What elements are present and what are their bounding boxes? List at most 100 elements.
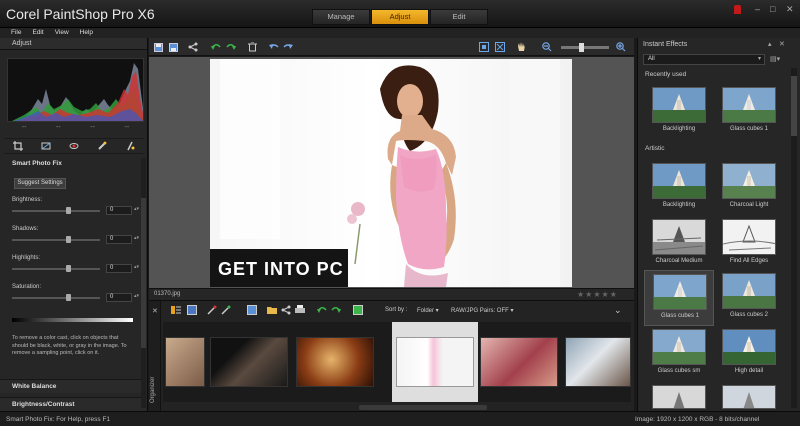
rotate-right-icon[interactable] <box>331 305 341 315</box>
menu-file[interactable]: File <box>0 28 25 38</box>
spin-icon[interactable]: ▴▾ <box>134 206 139 212</box>
panel-close-icon[interactable]: ✕ <box>779 40 785 48</box>
folder-icon[interactable] <box>267 305 277 315</box>
highlights-slider[interactable] <box>12 265 100 272</box>
save-icon[interactable] <box>153 42 163 52</box>
delete-icon[interactable] <box>247 42 257 52</box>
actual-size-icon[interactable] <box>495 42 505 52</box>
rotate-right-icon[interactable] <box>226 42 236 52</box>
effect-more[interactable] <box>714 382 784 410</box>
save-as-icon[interactable] <box>168 42 178 52</box>
effect-thumbnail <box>652 385 706 409</box>
effects-scrollbar[interactable] <box>791 68 797 408</box>
rotate-left-icon[interactable] <box>211 42 221 52</box>
shadows-value[interactable]: 0 <box>106 235 132 244</box>
spin-icon[interactable]: ▴▾ <box>134 264 139 270</box>
thumbnail-selected[interactable] <box>396 337 474 387</box>
effect-find-all-edges[interactable]: Find All Edges <box>714 216 784 272</box>
slider-handle[interactable] <box>66 207 71 214</box>
brightness-slider[interactable] <box>12 207 100 214</box>
menu-view[interactable]: View <box>48 28 73 38</box>
effect-thumbnail <box>722 163 776 199</box>
redo-icon[interactable] <box>283 42 293 52</box>
brush-icon[interactable] <box>221 305 231 315</box>
sort-by-dropdown[interactable]: Folder ▾ <box>417 307 439 314</box>
fit-window-icon[interactable] <box>479 42 489 52</box>
share-icon[interactable] <box>188 42 198 52</box>
pan-hand-icon[interactable] <box>516 42 526 52</box>
thumbnail-scrollbar[interactable] <box>359 405 487 410</box>
slider-handle[interactable] <box>66 236 71 243</box>
crop-icon[interactable] <box>13 141 24 152</box>
image-edit-icon[interactable] <box>353 305 363 315</box>
effect-thumbnail <box>652 329 706 365</box>
brightness-value[interactable]: 0 <box>106 206 132 215</box>
image-info-icon[interactable] <box>247 305 257 315</box>
saturation-value[interactable]: 0 <box>106 293 132 302</box>
zoom-in-icon[interactable] <box>616 42 626 52</box>
thumbnail[interactable] <box>480 337 558 387</box>
zoom-out-icon[interactable] <box>542 42 552 52</box>
effect-more[interactable] <box>644 382 714 410</box>
slider-handle[interactable] <box>66 294 71 301</box>
effect-charcoal-medium[interactable]: Charcoal Medium <box>644 216 714 272</box>
thumbnail[interactable] <box>296 337 374 387</box>
thumbnail[interactable] <box>565 337 631 387</box>
tab-manage[interactable]: Manage <box>312 9 370 25</box>
zoom-slider-handle[interactable] <box>579 43 584 52</box>
effect-backlighting-recent[interactable]: Backlighting <box>644 84 714 140</box>
organizer-close-button[interactable]: ✕ <box>152 307 158 315</box>
pin-panel-icon[interactable]: ▴ <box>768 40 772 48</box>
panel-menu-icon[interactable]: ▤▾ <box>770 55 780 63</box>
image-canvas[interactable]: GET INTO PC <box>149 57 634 288</box>
shadows-slider[interactable] <box>12 236 100 243</box>
spin-icon[interactable]: ▴▾ <box>134 293 139 299</box>
menu-help[interactable]: Help <box>73 28 97 38</box>
effect-glass-cubes-sm[interactable]: Glass cubes sm <box>644 326 714 382</box>
rating-stars[interactable]: ★★★★★ <box>577 290 618 299</box>
pin-icon[interactable] <box>734 5 741 14</box>
effect-charcoal-light[interactable]: Charcoal Light <box>714 160 784 216</box>
tab-adjust[interactable]: Adjust <box>371 9 429 25</box>
raw-jpg-pairs-dropdown[interactable]: RAW/JPG Pairs: OFF ▾ <box>451 307 513 314</box>
effect-glass-cubes-1-recent[interactable]: Glass cubes 1 <box>714 84 784 140</box>
tag-icon[interactable] <box>207 305 217 315</box>
effect-backlighting[interactable]: Backlighting <box>644 160 714 216</box>
undo-icon[interactable] <box>269 42 279 52</box>
close-button[interactable]: ✕ <box>786 4 794 15</box>
effect-high-detail[interactable]: High detail <box>714 326 784 382</box>
thumbnail[interactable] <box>210 337 288 387</box>
share-icon[interactable] <box>281 305 291 315</box>
print-icon[interactable] <box>295 305 305 315</box>
black-white-gradient[interactable] <box>12 318 133 322</box>
effect-label: Glass cubes sm <box>657 368 701 374</box>
brightness-contrast-section[interactable]: Brightness/Contrast <box>0 397 146 411</box>
thumbnail[interactable] <box>165 337 205 387</box>
scroll-thumb[interactable] <box>141 198 146 348</box>
zoom-slider[interactable] <box>561 43 609 52</box>
left-panel-scrollbar[interactable] <box>141 158 146 408</box>
effects-category-select[interactable]: All ▾ <box>643 54 765 65</box>
menu-edit[interactable]: Edit <box>25 28 47 38</box>
highlights-value[interactable]: 0 <box>106 264 132 273</box>
tab-edit[interactable]: Edit <box>430 9 488 25</box>
white-balance-section[interactable]: White Balance <box>0 379 146 393</box>
red-eye-icon[interactable] <box>69 141 80 152</box>
minimize-button[interactable]: – <box>755 4 760 14</box>
straighten-icon[interactable] <box>41 141 52 152</box>
scroll-thumb[interactable] <box>791 76 797 136</box>
saturation-slider[interactable] <box>12 294 100 301</box>
retouch-icon[interactable] <box>97 141 108 152</box>
watermark-text: GET INTO PC <box>218 259 344 279</box>
view-mode-icon[interactable] <box>187 305 197 315</box>
effect-glass-cubes-2[interactable]: Glass cubes 2 <box>714 270 784 326</box>
navigation-icon[interactable] <box>171 305 181 315</box>
suggest-settings-button[interactable]: Suggest Settings <box>14 178 66 189</box>
maximize-button[interactable]: □ <box>770 4 775 14</box>
effect-glass-cubes-1[interactable]: Glass cubes 1 <box>644 270 714 326</box>
makeover-icon[interactable] <box>125 141 136 152</box>
spin-icon[interactable]: ▴▾ <box>134 235 139 241</box>
chevron-down-icon[interactable]: ⌄ <box>614 305 622 316</box>
rotate-left-icon[interactable] <box>317 305 327 315</box>
slider-handle[interactable] <box>66 265 71 272</box>
